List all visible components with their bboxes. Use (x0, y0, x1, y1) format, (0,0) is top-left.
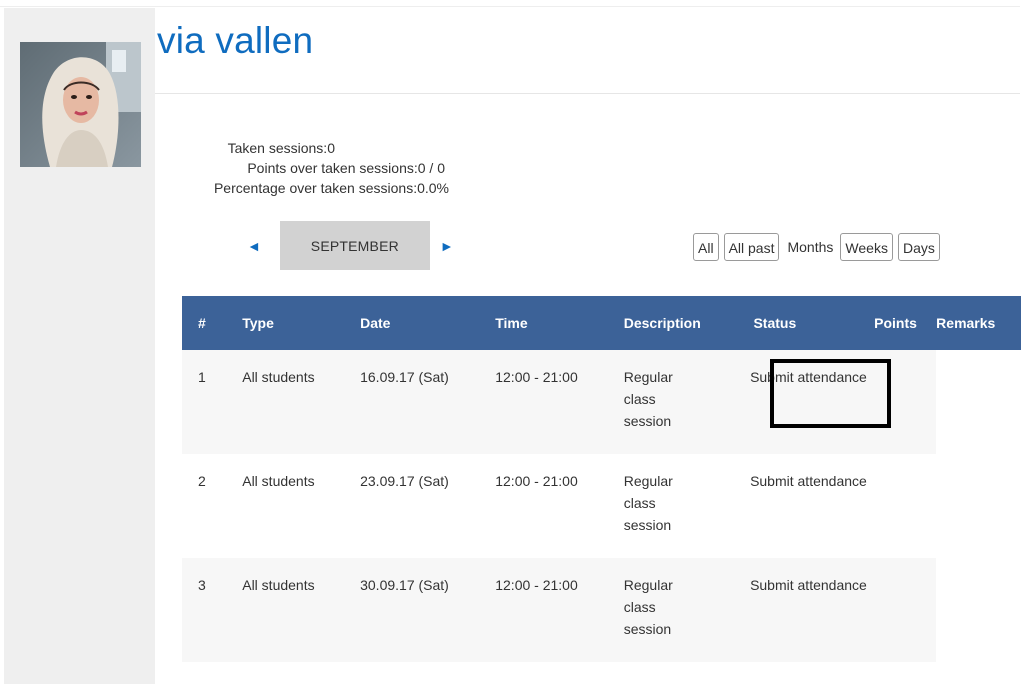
row-time: 12:00 - 21:00 (495, 577, 578, 593)
submit-attendance-link[interactable]: Submit attendance (749, 366, 867, 388)
top-divider (0, 6, 1020, 7)
row-description: Regular class session (623, 369, 673, 429)
previous-month-icon[interactable]: ◄ (247, 239, 261, 253)
row-number: 3 (198, 577, 206, 593)
table-row: 3 All students 30.09.17 (Sat) 12:00 - 21… (182, 558, 1021, 662)
row-points (874, 558, 936, 574)
header-number: # (182, 296, 243, 350)
row-points (874, 454, 936, 470)
next-month-icon[interactable]: ► (440, 239, 454, 253)
row-description: Regular class session (623, 473, 673, 533)
row-number: 2 (198, 473, 206, 489)
page-title: via vallen (157, 20, 314, 61)
month-selector-button[interactable]: SEPTEMBER (279, 221, 430, 270)
row-points (874, 350, 936, 366)
header-points: Points (874, 296, 937, 350)
header-date: Date (360, 296, 496, 350)
table-row: 2 All students 23.09.17 (Sat) 12:00 - 21… (182, 454, 1021, 558)
header-remarks: Remarks (936, 296, 1021, 350)
filter-weeks-button[interactable]: Weeks (840, 233, 893, 261)
month-navigator: ◄ SEPTEMBER ► (247, 221, 454, 270)
filter-days-button[interactable]: Days (897, 233, 940, 261)
filter-all-button[interactable]: All (693, 233, 719, 261)
row-date: 23.09.17 (Sat) (360, 473, 449, 489)
row-date: 16.09.17 (Sat) (360, 369, 449, 385)
row-time: 12:00 - 21:00 (495, 369, 578, 385)
filter-all-past-button[interactable]: All past (723, 233, 780, 261)
percentage-over-taken-text: Percentage over taken sessions:0.0% (213, 180, 449, 196)
header-time: Time (495, 296, 624, 350)
row-number: 1 (198, 369, 206, 385)
attendance-summary: Taken sessions:0 Points over taken sessi… (157, 138, 457, 198)
header-description: Description (623, 296, 752, 350)
avatar (20, 42, 141, 167)
submit-attendance-link[interactable]: Submit attendance (749, 574, 867, 596)
row-remarks (936, 558, 1021, 574)
header-type: Type (242, 296, 361, 350)
header-status: Status (751, 296, 875, 350)
row-type: All students (242, 369, 315, 385)
row-type: All students (242, 577, 315, 593)
row-type: All students (242, 473, 315, 489)
view-filters: All All past Months Weeks Days (693, 233, 945, 261)
row-remarks (936, 454, 1021, 470)
sessions-table: # Type Date Time Description Status Poin… (182, 296, 1021, 662)
filter-months-current: Months (787, 239, 834, 255)
row-description: Regular class session (623, 577, 673, 637)
taken-sessions-text: Taken sessions:0 (227, 140, 335, 156)
row-remarks (936, 350, 1021, 366)
table-row: 1 All students 16.09.17 (Sat) 12:00 - 21… (182, 350, 1021, 454)
row-date: 30.09.17 (Sat) (360, 577, 449, 593)
table-header-row: # Type Date Time Description Status Poin… (182, 296, 1021, 350)
points-over-taken-text: Points over taken sessions:0 / 0 (247, 160, 445, 176)
row-time: 12:00 - 21:00 (495, 473, 578, 489)
submit-attendance-link[interactable]: Submit attendance (749, 470, 867, 492)
header-divider (155, 93, 1020, 94)
